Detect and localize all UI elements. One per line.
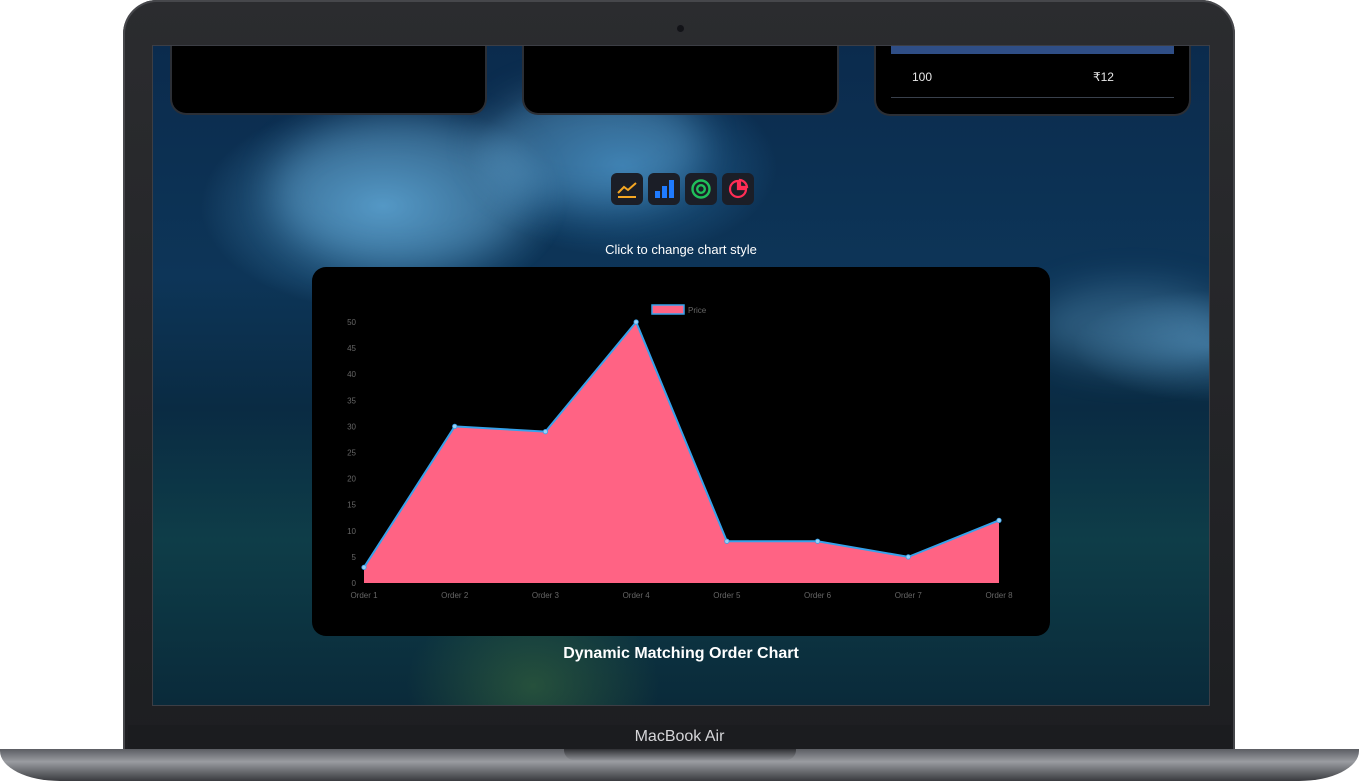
chart-style-toolbar — [611, 173, 754, 205]
table-cell-price: ₹12 — [1093, 70, 1114, 84]
x-tick-label: Order 4 — [623, 591, 651, 600]
laptop-base: MacBook Air — [0, 725, 1359, 781]
y-tick-label: 50 — [347, 318, 356, 327]
data-point — [361, 564, 367, 570]
device-label: MacBook Air — [634, 728, 725, 745]
y-tick-label: 20 — [347, 475, 356, 484]
data-point — [724, 538, 730, 544]
y-tick-label: 35 — [347, 396, 356, 405]
laptop-notch — [564, 749, 796, 760]
y-tick-label: 0 — [352, 579, 357, 588]
chart-title: Dynamic Matching Order Chart — [563, 645, 799, 662]
summary-card-1 — [172, 46, 485, 113]
data-point — [452, 423, 458, 429]
screen: 100 ₹12 Click to change chart style 0 5 … — [152, 45, 1210, 706]
x-tick-label: Order 5 — [713, 591, 741, 600]
x-tick-label: Order 6 — [804, 591, 832, 600]
legend-label: Price — [688, 306, 707, 315]
y-tick-label: 40 — [347, 370, 356, 379]
data-point — [996, 517, 1002, 523]
orders-table-card: 100 ₹12 — [876, 46, 1189, 114]
x-tick-label: Order 8 — [985, 591, 1013, 600]
y-tick-label: 15 — [347, 501, 356, 510]
table-divider — [891, 97, 1174, 98]
y-tick-label: 10 — [347, 527, 356, 536]
data-point — [905, 554, 911, 560]
line-chart-icon — [617, 182, 637, 198]
y-tick-label: 30 — [347, 422, 356, 431]
chart-panel: 0 5 10 15 20 25 30 35 40 45 50 Order 1 Order 2 Order … — [312, 267, 1050, 636]
line-chart-button[interactable] — [611, 173, 643, 205]
bar-chart-button[interactable] — [648, 173, 680, 205]
data-point — [542, 429, 549, 435]
y-tick-label: 5 — [352, 553, 357, 562]
data-point — [633, 319, 639, 325]
doughnut-chart-icon — [691, 179, 711, 199]
camera — [677, 25, 684, 32]
summary-card-2 — [524, 46, 837, 113]
data-point — [814, 538, 821, 544]
x-tick-label: Order 2 — [441, 591, 469, 600]
x-tick-label: Order 3 — [532, 591, 560, 600]
y-tick-label: 45 — [347, 344, 356, 353]
legend-swatch — [651, 304, 685, 315]
doughnut-chart-button[interactable] — [685, 173, 717, 205]
bar-chart-icon — [655, 180, 674, 198]
pie-chart-icon — [728, 178, 749, 199]
x-tick-label: Order 7 — [895, 591, 923, 600]
table-cell-quantity: 100 — [912, 70, 933, 84]
x-tick-label: Order 1 — [350, 591, 378, 600]
table-header — [891, 46, 1174, 54]
chart-style-hint: Click to change chart style — [605, 242, 757, 257]
pie-chart-button[interactable] — [722, 173, 754, 205]
series-area — [364, 322, 999, 583]
price-area-chart: 0 5 10 15 20 25 30 35 40 45 50 Order 1 Order 2 Order … — [347, 304, 1013, 600]
y-tick-label: 25 — [347, 449, 356, 458]
